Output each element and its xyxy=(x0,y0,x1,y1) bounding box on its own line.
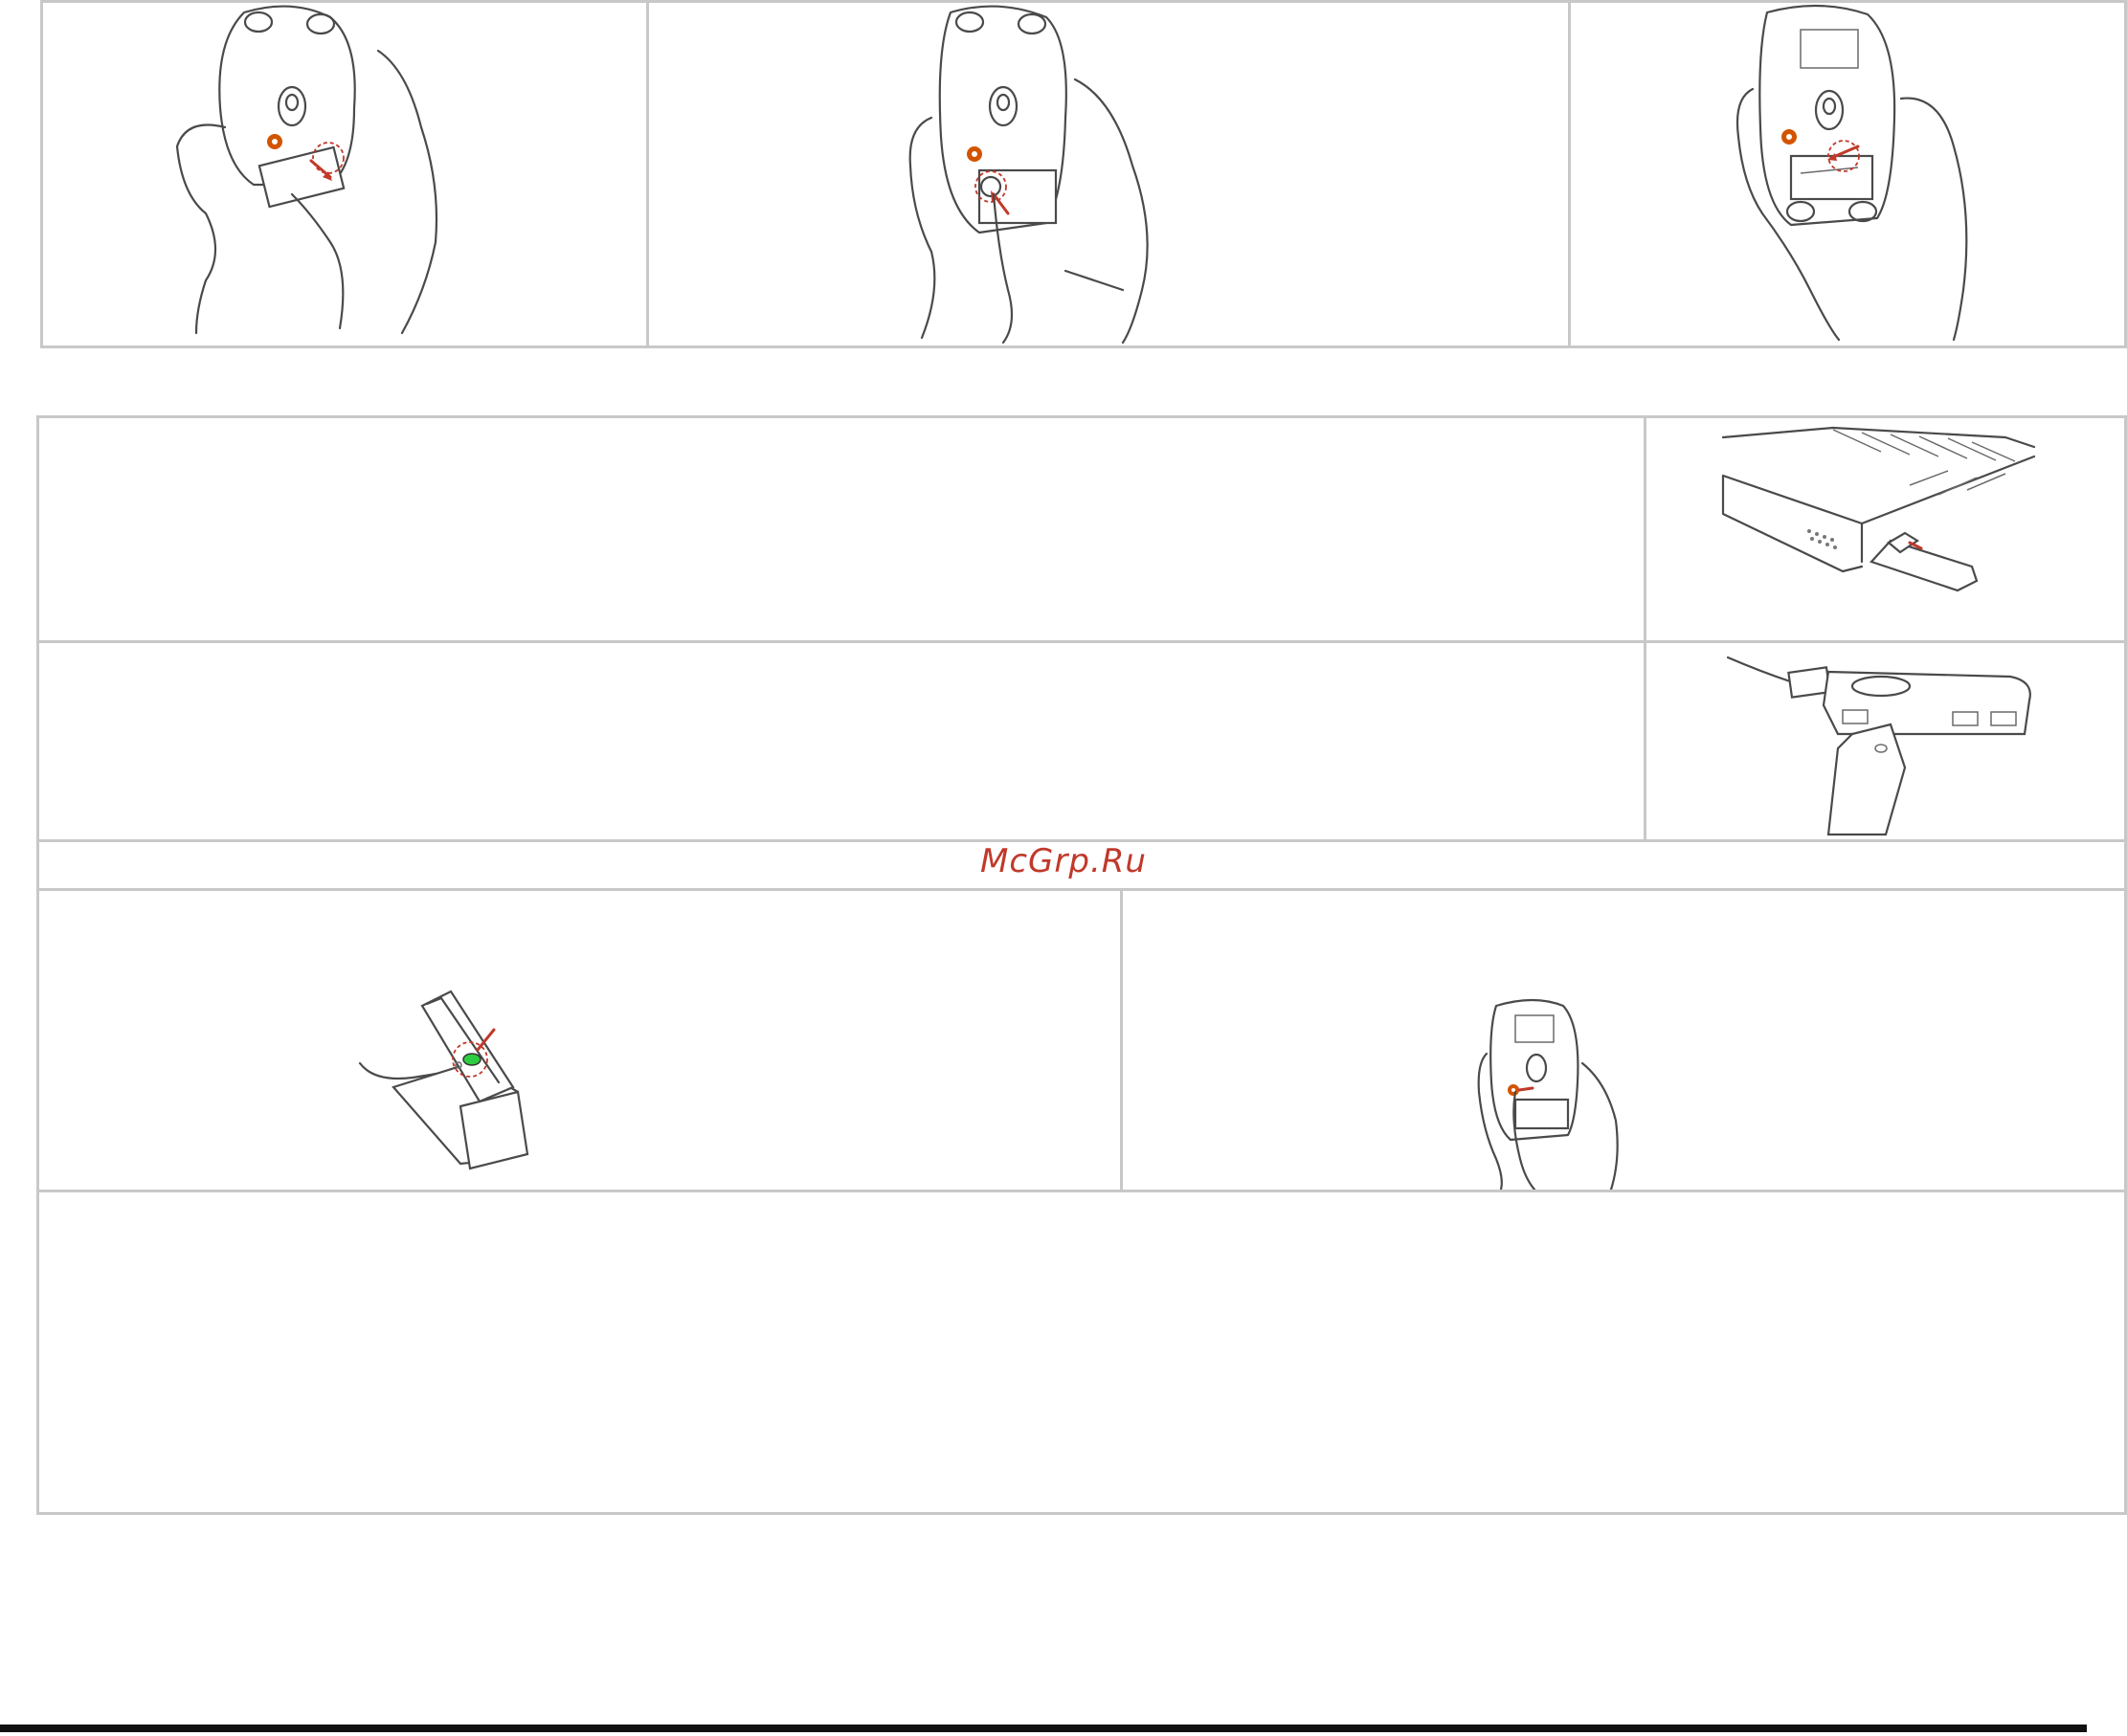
mouse-close-battery-cover-icon xyxy=(1735,4,1968,342)
watermark-text: McGrp.Ru xyxy=(980,842,1147,880)
step-panel-2 xyxy=(646,0,1571,348)
instruction-cell-laptop-image xyxy=(1644,415,2127,643)
mouse-insert-battery-icon xyxy=(908,5,1149,345)
instruction-cell-cradle xyxy=(36,888,1123,1192)
instruction-cell-connect xyxy=(1120,888,2127,1192)
mouse-connect-button-icon xyxy=(1477,998,1619,1191)
instruction-cell-laptop-text xyxy=(36,415,1646,643)
usb-hub-receiver-icon xyxy=(1726,656,2031,836)
mouse-open-battery-cover-icon xyxy=(175,5,438,335)
step-panel-1 xyxy=(40,0,649,348)
laptop-usb-receiver-icon xyxy=(1721,426,2036,592)
receiver-cradle-led-icon xyxy=(358,990,529,1170)
instruction-cell-hub-text xyxy=(36,640,1646,842)
instruction-cell-notes xyxy=(36,1190,2127,1515)
step-panel-3 xyxy=(1568,0,2127,348)
page-bottom-rule xyxy=(0,1725,2087,1732)
instruction-cell-hub-image xyxy=(1644,640,2127,842)
